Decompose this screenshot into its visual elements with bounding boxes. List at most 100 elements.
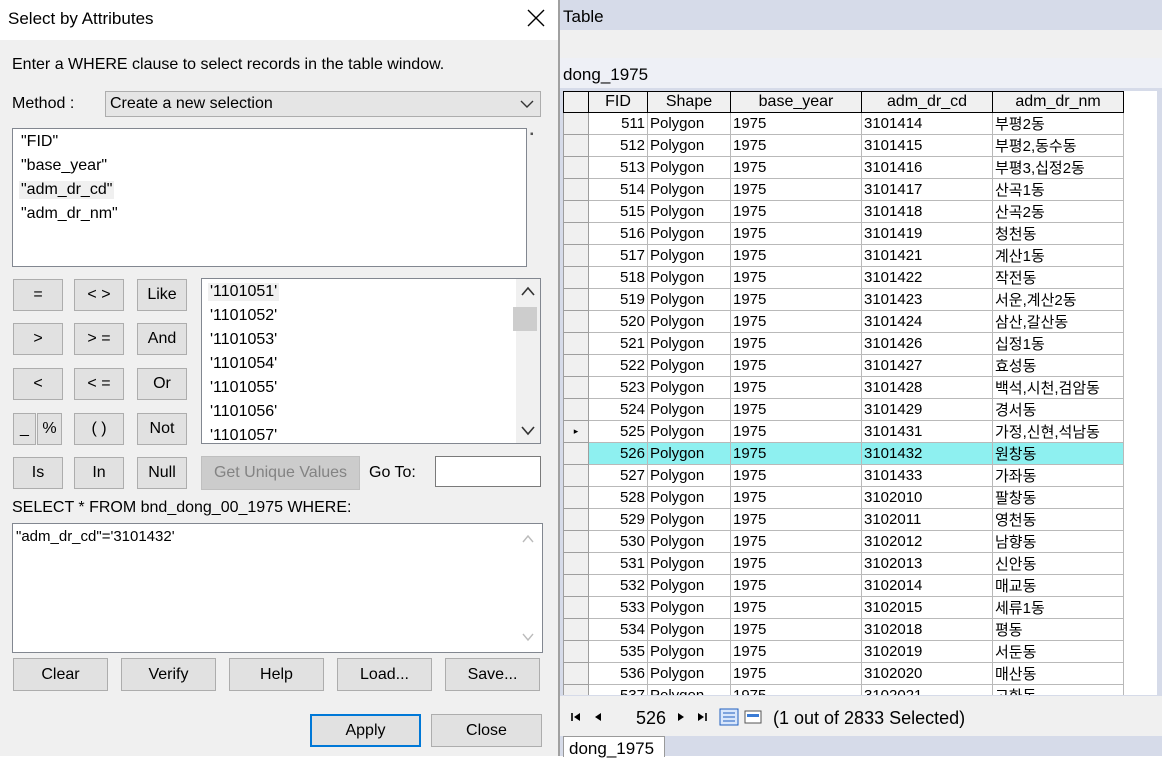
in-button[interactable]: In xyxy=(74,457,124,489)
adm-dr-cd-cell[interactable]: 3101429 xyxy=(861,398,993,421)
fid-cell[interactable]: 530 xyxy=(588,530,648,553)
fid-cell[interactable]: 534 xyxy=(588,618,648,641)
attribute-table[interactable]: FID Shape base_year adm_dr_cd adm_dr_nm … xyxy=(563,91,1157,695)
adm-dr-cd-cell[interactable]: 3101419 xyxy=(861,222,993,245)
base-year-cell[interactable]: 1975 xyxy=(730,332,862,355)
adm-dr-nm-cell[interactable]: 원창동 xyxy=(992,442,1124,465)
column-header-adm-dr-nm[interactable]: adm_dr_nm xyxy=(992,91,1124,113)
table-row[interactable]: 515 Polygon 1975 3101418 산곡2동 xyxy=(563,200,1124,223)
adm-dr-cd-cell[interactable]: 3102020 xyxy=(861,662,993,685)
fid-cell[interactable]: 512 xyxy=(588,134,648,157)
row-selector[interactable] xyxy=(563,486,589,509)
adm-dr-cd-cell[interactable]: 3102010 xyxy=(861,486,993,509)
field-item[interactable]: "base_year" xyxy=(19,157,109,175)
equals-button[interactable]: = xyxy=(13,279,63,311)
adm-dr-nm-cell[interactable]: 세류1동 xyxy=(992,596,1124,619)
fid-cell[interactable]: 537 xyxy=(588,684,648,695)
row-selector-header[interactable] xyxy=(563,91,589,113)
adm-dr-cd-cell[interactable]: 3101427 xyxy=(861,354,993,377)
shape-cell[interactable]: Polygon xyxy=(647,486,731,509)
table-row[interactable]: 527 Polygon 1975 3101433 가좌동 xyxy=(563,464,1124,487)
next-record-icon[interactable] xyxy=(674,708,688,726)
clear-button[interactable]: Clear xyxy=(13,658,108,691)
save-button[interactable]: Save... xyxy=(445,658,540,691)
table-row[interactable]: 521 Polygon 1975 3101426 십정1동 xyxy=(563,332,1124,355)
and-button[interactable]: And xyxy=(137,323,187,355)
shape-cell[interactable]: Polygon xyxy=(647,178,731,201)
not-equal-button[interactable]: < > xyxy=(74,279,124,311)
last-record-icon[interactable] xyxy=(695,708,709,726)
adm-dr-nm-cell[interactable]: 효성동 xyxy=(992,354,1124,377)
fid-cell[interactable]: 527 xyxy=(588,464,648,487)
adm-dr-nm-cell[interactable]: 부평3,십정2동 xyxy=(992,156,1124,179)
table-row[interactable]: 517 Polygon 1975 3101421 계산1동 xyxy=(563,244,1124,267)
table-row[interactable]: 535 Polygon 1975 3102019 서둔동 xyxy=(563,640,1124,663)
adm-dr-nm-cell[interactable]: 청천동 xyxy=(992,222,1124,245)
row-selector[interactable] xyxy=(563,112,589,135)
adm-dr-nm-cell[interactable]: 영천동 xyxy=(992,508,1124,531)
shape-cell[interactable]: Polygon xyxy=(647,596,731,619)
fid-cell[interactable]: 520 xyxy=(588,310,648,333)
adm-dr-nm-cell[interactable]: 백석,시천,검암동 xyxy=(992,376,1124,399)
fid-cell[interactable]: 531 xyxy=(588,552,648,575)
base-year-cell[interactable]: 1975 xyxy=(730,244,862,267)
base-year-cell[interactable]: 1975 xyxy=(730,684,862,695)
base-year-cell[interactable]: 1975 xyxy=(730,530,862,553)
adm-dr-cd-cell[interactable]: 3101418 xyxy=(861,200,993,223)
goto-input[interactable] xyxy=(435,456,541,487)
table-row[interactable]: 524 Polygon 1975 3101429 경서동 xyxy=(563,398,1124,421)
base-year-cell[interactable]: 1975 xyxy=(730,508,862,531)
table-row[interactable]: 532 Polygon 1975 3102014 매교동 xyxy=(563,574,1124,597)
adm-dr-nm-cell[interactable]: 팔창동 xyxy=(992,486,1124,509)
adm-dr-cd-cell[interactable]: 3101422 xyxy=(861,266,993,289)
unique-value-item[interactable]: '1101056' xyxy=(208,403,279,421)
adm-dr-cd-cell[interactable]: 3102018 xyxy=(861,618,993,641)
current-record-input[interactable]: 526 xyxy=(636,708,666,729)
adm-dr-nm-cell[interactable]: 작전동 xyxy=(992,266,1124,289)
load-button[interactable]: Load... xyxy=(337,658,432,691)
base-year-cell[interactable]: 1975 xyxy=(730,398,862,421)
row-selector[interactable] xyxy=(563,288,589,311)
fid-cell[interactable]: 522 xyxy=(588,354,648,377)
unique-value-item[interactable]: '1101052' xyxy=(208,307,279,325)
adm-dr-cd-cell[interactable]: 3102015 xyxy=(861,596,993,619)
adm-dr-nm-cell[interactable]: 산곡1동 xyxy=(992,178,1124,201)
adm-dr-cd-cell[interactable]: 3101433 xyxy=(861,464,993,487)
field-item[interactable]: "adm_dr_cd" xyxy=(19,181,115,199)
base-year-cell[interactable]: 1975 xyxy=(730,464,862,487)
greater-equal-button[interactable]: > = xyxy=(74,323,124,355)
base-year-cell[interactable]: 1975 xyxy=(730,310,862,333)
unique-value-item[interactable]: '1101057' xyxy=(208,427,279,443)
fid-cell[interactable]: 523 xyxy=(588,376,648,399)
row-selector[interactable] xyxy=(563,442,589,465)
shape-cell[interactable]: Polygon xyxy=(647,398,731,421)
adm-dr-nm-cell[interactable]: 부평2,동수동 xyxy=(992,134,1124,157)
shape-cell[interactable]: Polygon xyxy=(647,156,731,179)
field-item[interactable]: "FID" xyxy=(19,133,60,151)
base-year-cell[interactable]: 1975 xyxy=(730,662,862,685)
is-button[interactable]: Is xyxy=(13,457,63,489)
base-year-cell[interactable]: 1975 xyxy=(730,486,862,509)
adm-dr-nm-cell[interactable]: 부평2동 xyxy=(992,112,1124,135)
row-selector[interactable] xyxy=(563,156,589,179)
scroll-down-icon[interactable] xyxy=(522,632,534,642)
table-row[interactable]: 514 Polygon 1975 3101417 산곡1동 xyxy=(563,178,1124,201)
shape-cell[interactable]: Polygon xyxy=(647,618,731,641)
adm-dr-nm-cell[interactable]: 삼산,갈산동 xyxy=(992,310,1124,333)
fid-cell[interactable]: 511 xyxy=(588,112,648,135)
base-year-cell[interactable]: 1975 xyxy=(730,420,862,443)
shape-cell[interactable]: Polygon xyxy=(647,442,731,465)
table-row[interactable]: 518 Polygon 1975 3101422 작전동 xyxy=(563,266,1124,289)
scroll-up-icon[interactable] xyxy=(521,285,535,297)
shape-cell[interactable]: Polygon xyxy=(647,222,731,245)
show-all-records-icon[interactable] xyxy=(719,708,739,726)
fid-cell[interactable]: 524 xyxy=(588,398,648,421)
shape-cell[interactable]: Polygon xyxy=(647,464,731,487)
less-equal-button[interactable]: < = xyxy=(74,368,124,400)
scroll-down-icon[interactable] xyxy=(521,425,535,437)
shape-cell[interactable]: Polygon xyxy=(647,662,731,685)
close-icon[interactable] xyxy=(522,4,550,32)
scroll-thumb[interactable] xyxy=(513,307,537,331)
show-selected-records-icon[interactable] xyxy=(743,708,763,726)
column-header-adm-dr-cd[interactable]: adm_dr_cd xyxy=(861,91,993,113)
